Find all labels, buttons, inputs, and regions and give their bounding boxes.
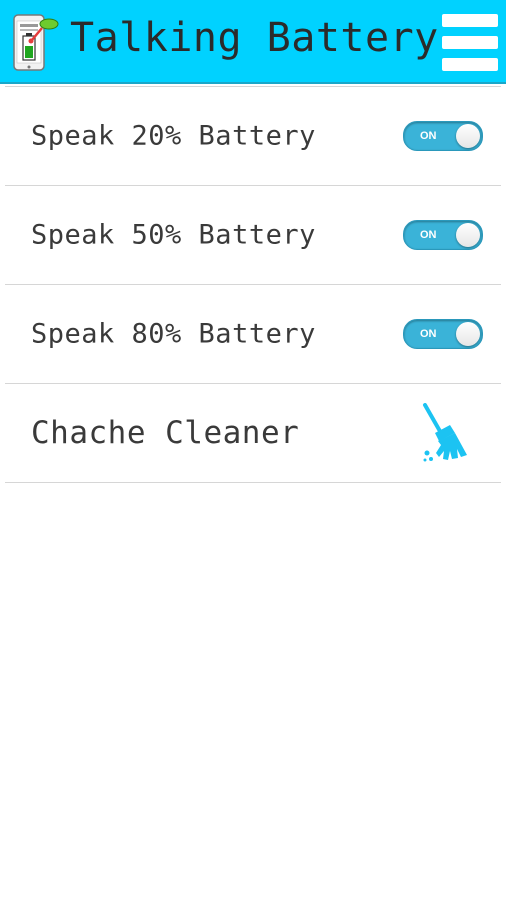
battery-phone-icon — [13, 14, 59, 71]
broom-icon[interactable] — [417, 403, 471, 463]
speak-50-toggle[interactable]: ON — [403, 220, 483, 250]
setting-label: Speak 50% Battery — [31, 219, 316, 251]
setting-row-20: Speak 20% Battery ON — [5, 86, 501, 186]
setting-label: Speak 20% Battery — [31, 120, 316, 152]
toggle-knob — [456, 223, 480, 247]
settings-list: Speak 20% Battery ON Speak 50% Battery O… — [0, 86, 506, 483]
menu-button[interactable] — [440, 12, 500, 72]
cache-cleaner-row[interactable]: Chache Cleaner — [5, 384, 501, 483]
speak-20-toggle[interactable]: ON — [403, 121, 483, 151]
toggle-state-text: ON — [420, 328, 437, 340]
toggle-knob — [456, 124, 480, 148]
cache-cleaner-label: Chache Cleaner — [31, 415, 300, 451]
toggle-state-text: ON — [420, 130, 437, 142]
app-screen: Talking Battery Speak 20% Battery ON Spe… — [0, 0, 506, 900]
toggle-state-text: ON — [420, 229, 437, 241]
setting-row-80: Speak 80% Battery ON — [5, 285, 501, 384]
setting-row-50: Speak 50% Battery ON — [5, 186, 501, 285]
setting-label: Speak 80% Battery — [31, 318, 316, 350]
app-header: Talking Battery — [0, 0, 506, 84]
app-title: Talking Battery — [70, 15, 439, 61]
toggle-knob — [456, 322, 480, 346]
speak-80-toggle[interactable]: ON — [403, 319, 483, 349]
